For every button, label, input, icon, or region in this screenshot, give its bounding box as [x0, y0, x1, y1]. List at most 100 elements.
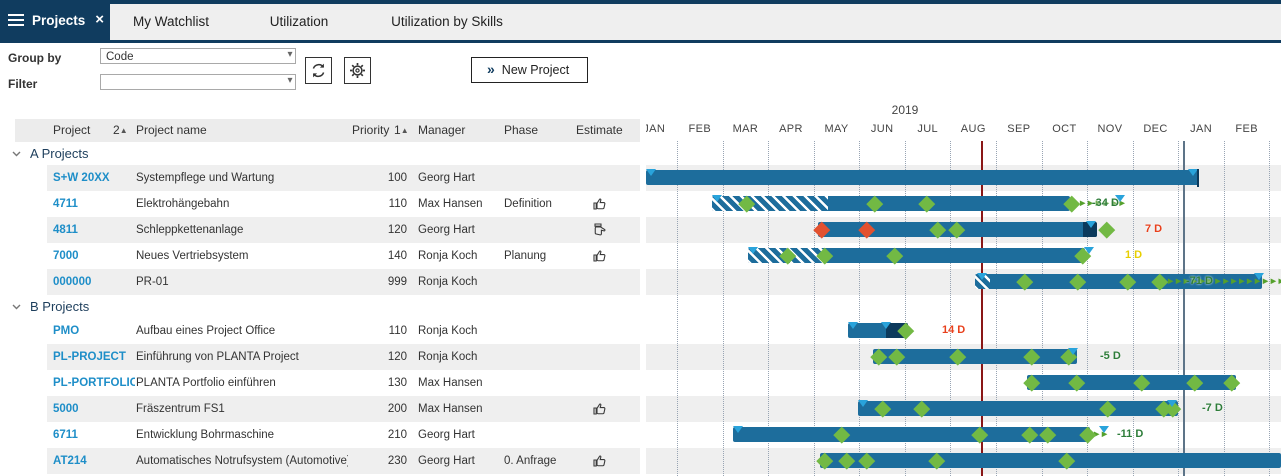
table-row-7000[interactable]: 7000Neues Vertriebsystem140Ronja KochPla…	[0, 243, 641, 269]
gantt-year-label: 2019	[883, 103, 927, 117]
tab-projects[interactable]: Projects ×	[0, 0, 110, 40]
tab-projects-label: Projects	[32, 13, 85, 28]
month-label: SEP	[997, 123, 1041, 135]
sort-indicator-project[interactable]: 2▲	[113, 119, 128, 142]
manager-value: Ronja Koch	[418, 269, 504, 295]
project-name: Einführung von PLANTA Project	[136, 344, 348, 370]
new-project-button[interactable]: » New Project	[471, 57, 588, 83]
delay-label: -11 D	[1117, 428, 1143, 440]
chevrons-right-icon: »	[487, 61, 495, 77]
month-label: MAR	[723, 123, 767, 135]
column-header-project[interactable]: Project	[53, 119, 90, 142]
manager-value: Ronja Koch	[418, 318, 504, 344]
priority-value: 140	[345, 243, 407, 269]
table-row-4811[interactable]: 4811Schleppkettenanlage120Georg Hart	[0, 217, 641, 243]
project-code-link[interactable]: 7000	[53, 243, 135, 269]
table-row-000000[interactable]: 000000PR-01999Ronja Koch	[0, 269, 641, 295]
table-row-at214[interactable]: AT214Automatisches Notrufsystem (Automot…	[0, 448, 641, 474]
menu-icon[interactable]	[8, 11, 24, 29]
project-code-link[interactable]: 000000	[53, 269, 135, 295]
table-row-s-w-20xx[interactable]: S+W 20XXSystempflege und Wartung100Georg…	[0, 165, 641, 191]
project-code-link[interactable]: S+W 20XX	[53, 165, 135, 191]
table-row-6711[interactable]: 6711Entwicklung Bohrmaschine210Georg Har…	[0, 422, 641, 448]
table-row-pl-portfolio[interactable]: PL-PORTFOLIOPLANTA Portfolio einführen13…	[0, 370, 641, 396]
priority-value: 200	[345, 396, 407, 422]
delay-label: 14 D	[942, 324, 965, 336]
close-icon[interactable]: ×	[95, 13, 104, 27]
gantt-bar-5000[interactable]	[858, 401, 1178, 416]
manager-value: Max Hansen	[418, 370, 504, 396]
group-header-b-projects[interactable]: B Projects	[0, 295, 640, 318]
tab-utilization[interactable]: Utilization	[270, 4, 329, 40]
column-header-manager[interactable]: Manager	[418, 119, 465, 142]
column-header-estimate[interactable]: Estimate	[576, 119, 623, 142]
project-code-link[interactable]: PL-PORTFOLIO	[53, 370, 135, 396]
thumb-up-icon[interactable]	[592, 453, 612, 469]
month-gridline	[1178, 141, 1179, 476]
today-line	[981, 141, 983, 476]
sort-indicator-priority[interactable]: 1▲	[394, 119, 409, 142]
refresh-icon	[310, 62, 327, 79]
thumb-up-icon[interactable]	[592, 401, 612, 417]
delay-label: -34 D	[1092, 197, 1119, 209]
month-gridline	[677, 141, 678, 476]
table-row-4711[interactable]: 4711Elektrohängebahn110Max HansenDefinit…	[0, 191, 641, 217]
tab-utilization-by-skills[interactable]: Utilization by Skills	[391, 4, 503, 40]
thumb-up-icon[interactable]	[592, 248, 612, 264]
chevron-down-icon: ▾	[287, 75, 291, 87]
month-label: NOV	[1088, 123, 1132, 135]
column-header-name[interactable]: Project name	[136, 119, 207, 142]
project-code-link[interactable]: 4711	[53, 191, 135, 217]
month-gridline	[814, 141, 815, 476]
gantt-bar-pl-portfolio[interactable]	[1027, 375, 1236, 390]
refresh-button[interactable]	[305, 57, 332, 84]
project-code-link[interactable]: PL-PROJECT	[53, 344, 135, 370]
gantt-bar-s-w-20xx[interactable]	[646, 170, 1199, 185]
column-header-priority[interactable]: Priority	[352, 119, 389, 142]
schedule-marker	[1115, 195, 1125, 202]
tab-my-watchlist[interactable]: My Watchlist	[133, 4, 209, 40]
month-gridline	[905, 141, 906, 476]
gantt-bar-4711[interactable]	[712, 196, 1070, 211]
project-code-link[interactable]: 6711	[53, 422, 135, 448]
project-name: PLANTA Portfolio einführen	[136, 370, 348, 396]
priority-value: 100	[345, 165, 407, 191]
month-label: APR	[769, 123, 813, 135]
filter-select[interactable]: ▾	[100, 74, 296, 90]
column-header-phase[interactable]: Phase	[504, 119, 538, 142]
month-label: OCT	[1042, 123, 1086, 135]
chevron-down-icon	[12, 151, 21, 157]
filter-label: Filter	[8, 77, 37, 91]
table-header-background	[15, 119, 641, 142]
project-code-link[interactable]: AT214	[53, 448, 135, 474]
month-gridline	[950, 141, 951, 476]
project-name: Fräszentrum FS1	[136, 396, 348, 422]
gear-icon	[349, 62, 366, 79]
project-name: Schleppkettenanlage	[136, 217, 348, 243]
table-row-5000[interactable]: 5000Fräszentrum FS1200 Max Hansen	[0, 396, 641, 422]
month-gridline	[996, 141, 997, 476]
project-name: Automatisches Notrufsystem (Automotive)	[136, 448, 348, 474]
table-row-pl-project[interactable]: PL-PROJECTEinführung von PLANTA Project1…	[0, 344, 641, 370]
thumb-sideways-icon[interactable]	[592, 222, 612, 238]
thumb-up-icon[interactable]	[592, 196, 612, 212]
group-by-select[interactable]: Code ▾	[100, 48, 296, 64]
project-code-link[interactable]: PMO	[53, 318, 135, 344]
table-row-pmo[interactable]: PMOAufbau eines Project Office110Ronja K…	[0, 318, 641, 344]
priority-value: 210	[345, 422, 407, 448]
manager-value: Max Hansen	[418, 396, 504, 422]
project-code-link[interactable]: 5000	[53, 396, 135, 422]
month-label: FEB	[678, 123, 722, 135]
phase-value: Planung	[504, 243, 574, 269]
gantt-bar-7000[interactable]	[748, 248, 1085, 263]
project-code-link[interactable]: 4811	[53, 217, 135, 243]
phase-value: Definition	[504, 191, 574, 217]
settings-button[interactable]	[344, 57, 371, 84]
manager-value: Georg Hart	[418, 165, 504, 191]
month-gridline	[768, 141, 769, 476]
month-label: FEB	[1225, 123, 1269, 135]
priority-value: 999	[345, 269, 407, 295]
group-header-a-projects[interactable]: A Projects	[0, 142, 640, 165]
planta-project-window: 2019JANFEBMARAPRMAYJUNJULAUGSEPOCTNOVDEC…	[0, 0, 1281, 476]
gantt-bar-at214[interactable]	[820, 453, 1281, 468]
